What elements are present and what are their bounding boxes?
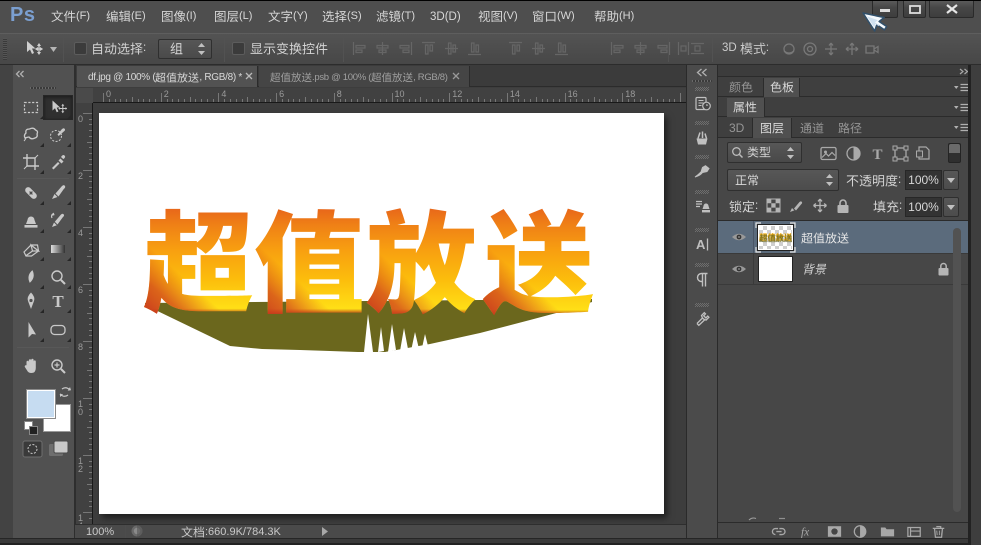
svg-text:fx: fx (801, 526, 809, 538)
svg-text:T: T (52, 292, 64, 310)
svg-text:T: T (872, 147, 882, 162)
svg-text:A: A (696, 237, 706, 252)
